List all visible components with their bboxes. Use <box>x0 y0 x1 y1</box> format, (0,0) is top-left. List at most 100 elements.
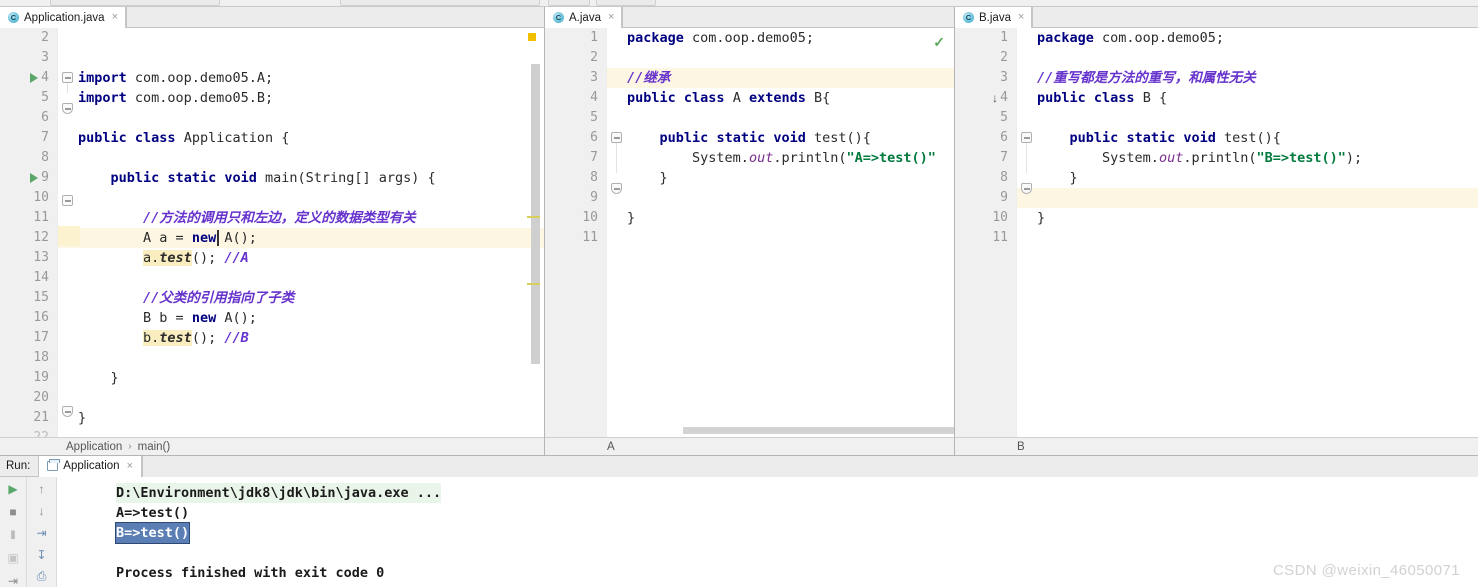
inspection-warning-marker[interactable] <box>528 33 536 41</box>
code-line-3-comment: //重写都是方法的重写，和属性无关 <box>1037 70 1256 86</box>
fold-handle-import2[interactable] <box>62 103 73 114</box>
code-area-a[interactable]: package com.oop.demo05; //继承 public clas… <box>607 28 954 437</box>
close-icon[interactable]: × <box>1018 12 1024 23</box>
breadcrumb-a[interactable]: A <box>545 437 954 455</box>
fold-handle-main[interactable] <box>62 195 73 206</box>
code-line-1: package com.oop.demo05; <box>1037 30 1224 46</box>
code-line-5: import com.oop.demo05.B; <box>78 90 274 106</box>
run-class-icon[interactable] <box>30 73 38 83</box>
run-method-icon[interactable] <box>30 173 38 183</box>
run-toolbar-primary: ▶ ■ ‖ ▣ ⇥ <box>0 477 27 587</box>
line-number: 5 <box>41 90 49 105</box>
java-class-icon: C <box>8 12 19 23</box>
line-number: 10 <box>992 210 1008 225</box>
tab-application-java[interactable]: C Application.java × <box>0 7 126 28</box>
close-icon[interactable]: × <box>112 12 118 23</box>
tab-a-java[interactable]: C A.java × <box>545 7 623 28</box>
line-number: 10 <box>582 210 598 225</box>
chevron-right-icon: › <box>128 441 132 452</box>
text-caret <box>217 230 219 246</box>
fold-handle-test-end[interactable] <box>611 183 622 194</box>
vertical-scrollbar-thumb[interactable] <box>531 64 540 364</box>
up-arrow-icon[interactable]: ↑ <box>33 481 50 496</box>
editor-body-application[interactable]: 2 3 4 5 6 7 8 9 10 11 12 13 14 15 16 17 <box>0 28 544 437</box>
line-number: 15 <box>33 290 49 305</box>
tabbar-empty-space <box>622 7 954 27</box>
code-area-application[interactable]: import com.oop.demo05.A; import com.oop.… <box>58 28 544 437</box>
close-icon[interactable]: × <box>608 12 614 23</box>
code-line-7: public class Application { <box>78 130 290 146</box>
breadcrumb-application[interactable]: Application › main() <box>0 437 544 455</box>
code-line-10: } <box>1037 210 1046 226</box>
fold-handle-main-end[interactable] <box>62 406 73 417</box>
breadcrumb-b[interactable]: B <box>955 437 1478 455</box>
run-body: ▶ ■ ‖ ▣ ⇥ ↑ ↓ ⇥ ↧ ⎙ D:\Environment\jdk8\… <box>0 477 1478 587</box>
line-number: 5 <box>1000 110 1008 125</box>
line-number: 4 <box>590 90 598 105</box>
breadcrumb-item-class[interactable]: B <box>1017 441 1025 453</box>
down-arrow-icon[interactable]: ↓ <box>33 503 50 518</box>
code-line-7: System.out.println("A=>test()" <box>692 150 936 166</box>
code-line-17: b.test(); //B <box>143 330 249 346</box>
code-line-4: import com.oop.demo05.A; <box>78 70 274 86</box>
pause-icon[interactable]: ‖ <box>5 527 22 542</box>
line-number: 8 <box>41 150 49 165</box>
line-number: 8 <box>1000 170 1008 185</box>
editor-pane-a: C A.java × 1 2 3 4 5 6 7 8 9 10 11 packa… <box>545 7 955 455</box>
dump-threads-icon[interactable]: ▣ <box>5 550 22 565</box>
line-number: 1 <box>1000 30 1008 45</box>
breadcrumb-item-method[interactable]: main() <box>138 441 171 453</box>
soft-wrap-icon[interactable]: ⇥ <box>33 525 50 540</box>
code-line-6: public static void test(){ <box>659 130 871 146</box>
tab-label: B.java <box>979 11 1011 24</box>
code-line-4: public class B { <box>1037 90 1168 106</box>
fold-handle-test[interactable] <box>1021 132 1032 143</box>
exit-icon[interactable]: ⇥ <box>5 573 22 587</box>
gutter-a[interactable]: 1 2 3 4 5 6 7 8 9 10 11 <box>545 28 607 437</box>
change-marker <box>527 216 540 218</box>
code-line-7: System.out.println("B=>test()"); <box>1102 150 1363 166</box>
fold-handle-import[interactable] <box>62 72 73 83</box>
scroll-to-end-icon[interactable]: ↧ <box>33 547 50 562</box>
code-line-12: A a = new A(); <box>143 230 257 246</box>
line-number: 3 <box>1000 70 1008 85</box>
caret-marker-stripe <box>58 226 80 246</box>
stop-icon[interactable]: ■ <box>5 504 22 519</box>
run-tool-window: Run: Application × ▶ ■ ‖ ▣ ⇥ ↑ ↓ ⇥ ↧ ⎙ D… <box>0 455 1478 587</box>
inspection-ok-icon[interactable]: ✓ <box>933 34 945 51</box>
console-output[interactable]: D:\Environment\jdk8\jdk\bin\java.exe ...… <box>57 477 1478 587</box>
line-number: 3 <box>590 70 598 85</box>
tabbar-application: C Application.java × <box>0 7 544 28</box>
code-line-13: a.test(); //A <box>143 250 249 266</box>
breadcrumb-item-class[interactable]: A <box>607 441 615 453</box>
editor-pane-application: C Application.java × 2 3 4 5 6 7 8 9 10 … <box>0 7 545 455</box>
close-icon[interactable]: × <box>127 460 133 472</box>
fold-handle-test[interactable] <box>611 132 622 143</box>
fold-handle-test-end[interactable] <box>1021 183 1032 194</box>
run-configuration-icon <box>47 459 61 471</box>
code-line-15-comment: //父类的引用指向了子类 <box>143 290 295 306</box>
line-number: 21 <box>33 410 49 425</box>
idea-window: C Application.java × 2 3 4 5 6 7 8 9 10 … <box>0 0 1478 587</box>
line-number: 7 <box>1000 150 1008 165</box>
line-number: 5 <box>590 110 598 125</box>
line-number: 9 <box>1000 190 1008 205</box>
console-line-output-b-selected[interactable]: B=>test() <box>114 522 191 544</box>
editor-body-a[interactable]: 1 2 3 4 5 6 7 8 9 10 11 package com.oop.… <box>545 28 954 437</box>
code-line-10: } <box>627 210 636 226</box>
console-line-output-a: A=>test() <box>116 505 190 521</box>
tab-b-java[interactable]: C B.java × <box>955 7 1033 28</box>
run-tab-application[interactable]: Application × <box>38 455 142 477</box>
editor-area: C Application.java × 2 3 4 5 6 7 8 9 10 … <box>0 7 1478 455</box>
line-number: 4 <box>41 70 49 85</box>
gutter-b[interactable]: 1 2 3 4 5 6 7 8 9 10 11 ↓ <box>955 28 1017 437</box>
breadcrumb-item-class[interactable]: Application <box>66 441 122 453</box>
horizontal-scrollbar-thumb[interactable] <box>683 427 954 434</box>
print-icon[interactable]: ⎙ <box>33 569 50 584</box>
rerun-icon[interactable]: ▶ <box>5 481 22 496</box>
code-line-8: } <box>1069 170 1078 186</box>
code-area-b[interactable]: package com.oop.demo05; //重写都是方法的重写，和属性无… <box>1017 28 1478 437</box>
gutter-application[interactable]: 2 3 4 5 6 7 8 9 10 11 12 13 14 15 16 17 <box>0 28 58 437</box>
editor-body-b[interactable]: 1 2 3 4 5 6 7 8 9 10 11 ↓ package com.oo… <box>955 28 1478 437</box>
run-tab-label: Application <box>63 460 120 472</box>
